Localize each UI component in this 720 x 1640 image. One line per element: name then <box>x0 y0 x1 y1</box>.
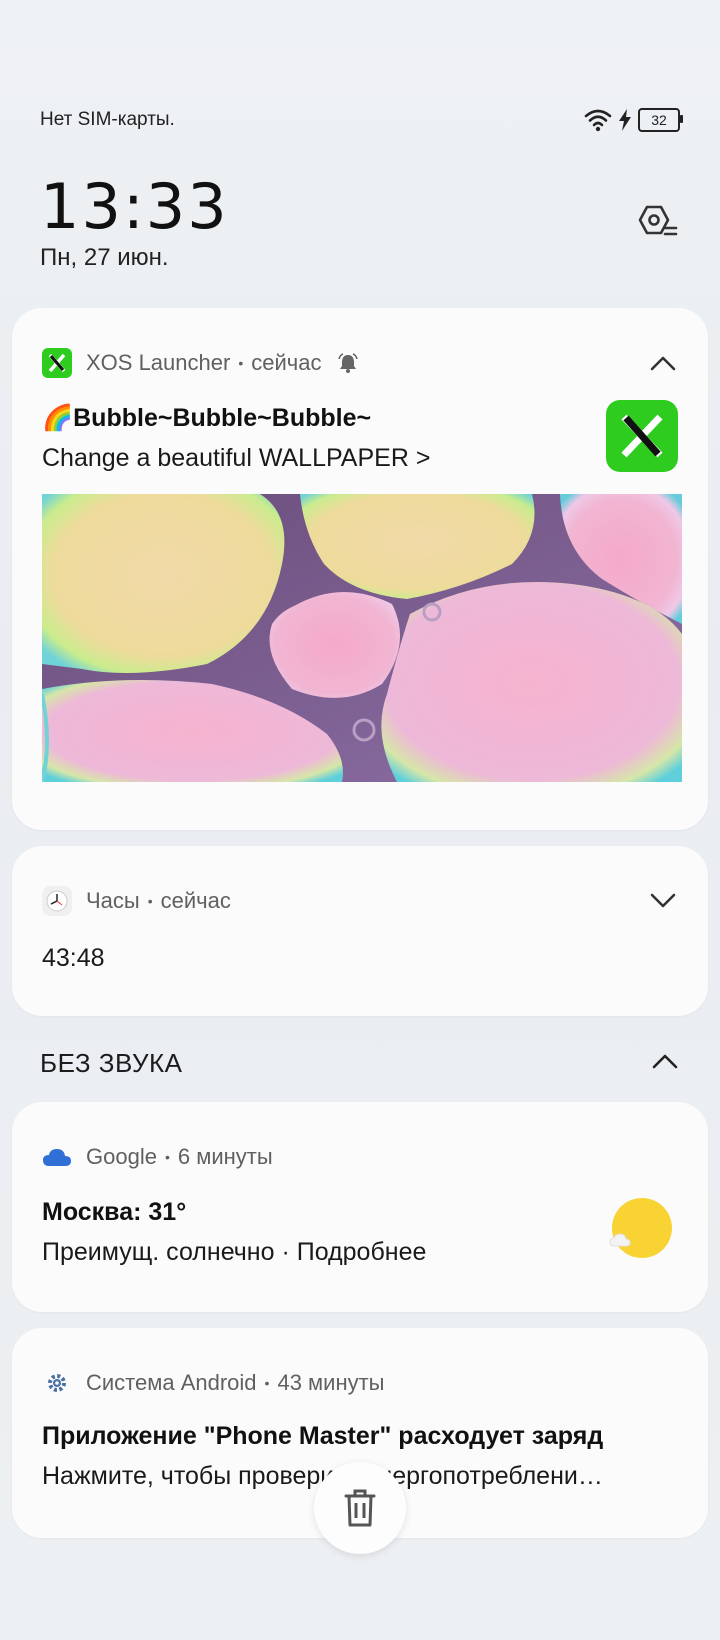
silent-section-collapse-button[interactable] <box>650 1046 680 1076</box>
clear-all-button[interactable] <box>314 1462 406 1554</box>
notification-google-weather[interactable]: Google • 6 минуты Москва: 31° Преимущ. с… <box>12 1102 708 1312</box>
lockscreen-time: 13:33 <box>40 170 229 243</box>
lockscreen-date: Пн, 27 июн. <box>40 244 169 271</box>
notification-header: Google • 6 минуты <box>42 1140 678 1174</box>
status-bar: Нет SIM-карты. 32 <box>40 104 683 136</box>
android-system-gear-icon <box>42 1368 72 1398</box>
chevron-up-icon <box>650 356 676 371</box>
notification-header: Часы • сейчас <box>42 884 678 918</box>
timer-value: 43:48 <box>42 944 105 972</box>
wallpaper-preview-image[interactable] <box>42 494 682 782</box>
app-name: Система Android <box>86 1370 257 1395</box>
notification-title: 🌈Bubble~Bubble~Bubble~ <box>42 404 372 432</box>
app-name: Google <box>86 1144 157 1169</box>
chevron-down-icon <box>650 893 676 908</box>
notification-time: сейчас <box>160 888 231 913</box>
notification-time: сейчас <box>251 350 322 375</box>
charging-icon <box>619 109 631 131</box>
notification-time: 43 минуты <box>277 1370 385 1395</box>
alert-bell-icon <box>338 353 359 373</box>
expand-button[interactable] <box>648 886 678 916</box>
weather-body: Преимущ. солнечно · Подробнее <box>42 1238 427 1266</box>
chevron-up-icon <box>652 1054 678 1069</box>
clock-app-icon <box>42 886 72 916</box>
app-name: XOS Launcher <box>86 350 231 375</box>
app-name: Часы <box>86 888 140 913</box>
google-weather-cloud-icon <box>42 1142 72 1172</box>
settings-button[interactable] <box>636 200 680 244</box>
weather-title: Москва: 31° <box>42 1198 187 1226</box>
silent-section-label: БЕЗ ЗВУКА <box>40 1048 183 1078</box>
battery-icon: 32 <box>638 108 683 132</box>
battery-usage-title: Приложение "Phone Master" расходует заря… <box>42 1422 604 1450</box>
notification-xos-launcher[interactable]: XOS Launcher • сейчас 🌈Bubble~Bubble~Bub… <box>12 308 708 830</box>
sunny-weather-icon <box>608 1198 672 1262</box>
notification-header: Система Android • 43 минуты <box>42 1366 678 1400</box>
xos-launcher-icon <box>42 348 72 378</box>
wifi-icon <box>584 109 612 132</box>
trash-icon <box>344 1489 376 1527</box>
status-icons: 32 <box>584 108 683 132</box>
notification-header: XOS Launcher • сейчас <box>42 346 678 380</box>
notification-clock[interactable]: Часы • сейчас 43:48 <box>12 846 708 1016</box>
notification-body: Change a beautiful WALLPAPER > <box>42 444 431 472</box>
settings-icon <box>638 205 678 236</box>
battery-level: 32 <box>651 112 667 128</box>
xos-large-icon <box>606 400 678 472</box>
collapse-button[interactable] <box>648 348 678 378</box>
carrier-label: Нет SIM-карты. <box>40 109 175 130</box>
notification-time: 6 минуты <box>177 1144 273 1169</box>
